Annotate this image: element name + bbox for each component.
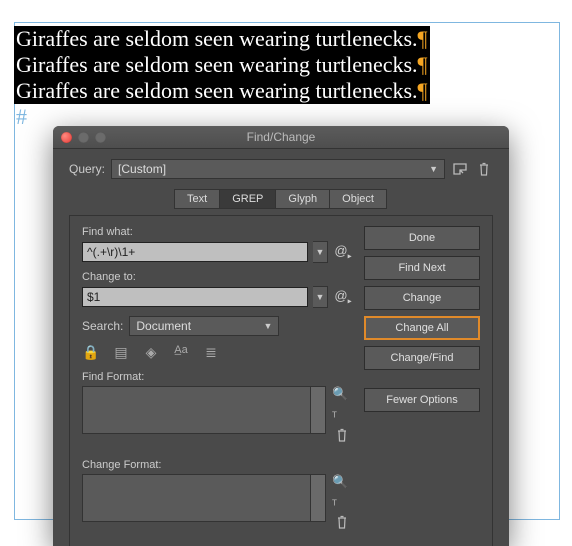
specify-format-icon[interactable]: 🔍T: [332, 386, 352, 420]
chevron-down-icon[interactable]: ▼: [313, 241, 328, 263]
dialog-title: Find/Change: [53, 130, 509, 144]
search-label: Search:: [82, 319, 123, 333]
find-what-input[interactable]: [82, 242, 308, 262]
special-characters-icon[interactable]: @▸: [334, 288, 352, 306]
change-format-box[interactable]: [82, 474, 326, 522]
scrollbar[interactable]: [310, 475, 325, 521]
titlebar[interactable]: Find/Change: [53, 126, 509, 149]
scrollbar[interactable]: [310, 387, 325, 433]
trash-icon[interactable]: [475, 160, 493, 178]
change-to-input[interactable]: [82, 287, 308, 307]
locked-stories-icon[interactable]: ▤: [112, 344, 130, 361]
query-label: Query:: [69, 162, 105, 176]
master-pages-icon[interactable]: A̲a: [172, 344, 190, 361]
find-format-label: Find Format:: [82, 371, 352, 383]
find-format-box[interactable]: [82, 386, 326, 434]
pilcrow-icon: ¶: [418, 52, 428, 77]
search-scope-select[interactable]: Document ▼: [129, 316, 279, 336]
locked-layers-icon[interactable]: 🔒: [82, 344, 100, 361]
pilcrow-icon: ¶: [418, 26, 428, 51]
tab-grep[interactable]: GREP: [219, 189, 276, 209]
fewer-options-button[interactable]: Fewer Options: [364, 388, 480, 412]
specify-format-icon[interactable]: 🔍T: [332, 474, 352, 508]
tabs: Text GREP Glyph Object: [69, 189, 493, 209]
zoom-icon[interactable]: [95, 132, 106, 143]
text-line[interactable]: Giraffes are seldom seen wearing turtlen…: [14, 52, 430, 78]
change-format-label: Change Format:: [82, 459, 352, 471]
change-to-label: Change to:: [82, 271, 352, 283]
find-next-button[interactable]: Find Next: [364, 256, 480, 280]
chevron-down-icon: ▼: [429, 164, 438, 174]
change-all-button[interactable]: Change All: [364, 316, 480, 340]
search-options-row: 🔒 ▤ ◈ A̲a ≣: [82, 344, 352, 361]
text-line[interactable]: Giraffes are seldom seen wearing turtlen…: [14, 78, 430, 104]
close-icon[interactable]: [61, 132, 72, 143]
clear-format-icon[interactable]: [336, 428, 348, 445]
find-change-dialog: Find/Change Query: [Custom] ▼ Text GREP …: [53, 126, 509, 546]
chevron-down-icon: ▼: [263, 321, 272, 331]
tab-object[interactable]: Object: [329, 189, 387, 209]
change-find-button[interactable]: Change/Find: [364, 346, 480, 370]
clear-format-icon[interactable]: [336, 515, 348, 532]
find-what-label: Find what:: [82, 226, 352, 238]
done-button[interactable]: Done: [364, 226, 480, 250]
text-line[interactable]: Giraffes are seldom seen wearing turtlen…: [14, 26, 430, 52]
text-frame: Giraffes are seldom seen wearing turtlen…: [14, 26, 454, 130]
chevron-down-icon[interactable]: ▼: [313, 286, 328, 308]
pilcrow-icon: ¶: [418, 78, 428, 103]
tab-glyph[interactable]: Glyph: [275, 189, 330, 209]
minimize-icon[interactable]: [78, 132, 89, 143]
query-select[interactable]: [Custom] ▼: [111, 159, 445, 179]
special-characters-icon[interactable]: @▸: [334, 243, 352, 261]
tab-text[interactable]: Text: [174, 189, 220, 209]
save-query-icon[interactable]: [451, 160, 469, 178]
hidden-layers-icon[interactable]: ◈: [142, 344, 160, 361]
footnotes-icon[interactable]: ≣: [202, 344, 220, 361]
change-button[interactable]: Change: [364, 286, 480, 310]
